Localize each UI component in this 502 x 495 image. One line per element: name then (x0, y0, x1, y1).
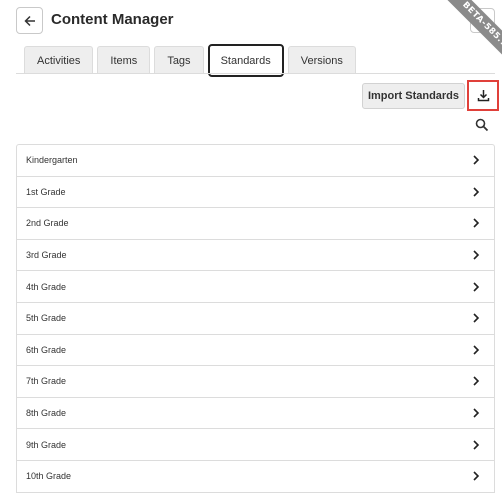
tab-versions[interactable]: Versions (287, 46, 356, 74)
grade-row-1st[interactable]: 1st Grade (17, 177, 494, 209)
grade-label: 3rd Grade (26, 250, 67, 261)
grade-row-2nd[interactable]: 2nd Grade (17, 208, 494, 240)
chevron-right-icon (473, 408, 480, 418)
chevron-right-icon (473, 471, 480, 481)
grade-label: 6th Grade (26, 344, 67, 355)
chevron-right-icon (473, 282, 480, 292)
chevron-right-icon (473, 440, 480, 450)
grade-label: 4th Grade (26, 281, 67, 292)
chevron-right-icon (473, 187, 480, 197)
grade-row-kindergarten[interactable]: Kindergarten (17, 145, 494, 177)
grade-row-10th[interactable]: 10th Grade (17, 461, 494, 493)
grade-row-7th[interactable]: 7th Grade (17, 366, 494, 398)
grade-row-6th[interactable]: 6th Grade (17, 335, 494, 367)
grade-label: 1st Grade (26, 186, 66, 197)
more-options-button[interactable] (470, 8, 495, 33)
grade-list: Kindergarten 1st Grade 2nd Grade 3rd Gra… (16, 144, 495, 493)
grade-row-3rd[interactable]: 3rd Grade (17, 240, 494, 272)
arrow-left-icon (23, 15, 35, 26)
grade-label: Kindergarten (26, 155, 78, 166)
grade-row-4th[interactable]: 4th Grade (17, 271, 494, 303)
grade-label: 7th Grade (26, 376, 67, 387)
chevron-right-icon (473, 155, 480, 165)
grade-label: 10th Grade (26, 471, 72, 482)
tab-tags[interactable]: Tags (154, 46, 204, 74)
chevron-right-icon (473, 218, 480, 229)
tab-activities[interactable]: Activities (24, 46, 94, 74)
tab-bar: Activities Items Tags Standards Versions (24, 44, 360, 77)
page-title: Content Manager (51, 11, 174, 28)
grade-label: 9th Grade (26, 439, 67, 450)
grade-label: 8th Grade (26, 408, 67, 419)
kebab-menu-icon (481, 14, 484, 27)
grade-label: 5th Grade (26, 313, 67, 324)
grade-label: 2nd Grade (26, 218, 69, 229)
search-icon[interactable] (475, 118, 489, 132)
tab-items[interactable]: Items (97, 46, 151, 74)
chevron-right-icon (473, 345, 480, 355)
back-button[interactable] (16, 7, 43, 34)
grade-row-9th[interactable]: 9th Grade (17, 429, 494, 461)
chevron-right-icon (473, 250, 480, 260)
app-header: Content Manager BETA-585.1.3 (0, 0, 502, 77)
import-standards-button[interactable]: Import Standards (362, 83, 465, 109)
tab-divider (16, 73, 495, 74)
grade-row-5th[interactable]: 5th Grade (17, 303, 494, 335)
grade-row-8th[interactable]: 8th Grade (17, 398, 494, 430)
chevron-right-icon (473, 313, 480, 323)
download-button[interactable] (467, 80, 499, 111)
download-icon (477, 90, 489, 102)
chevron-right-icon (473, 376, 480, 387)
